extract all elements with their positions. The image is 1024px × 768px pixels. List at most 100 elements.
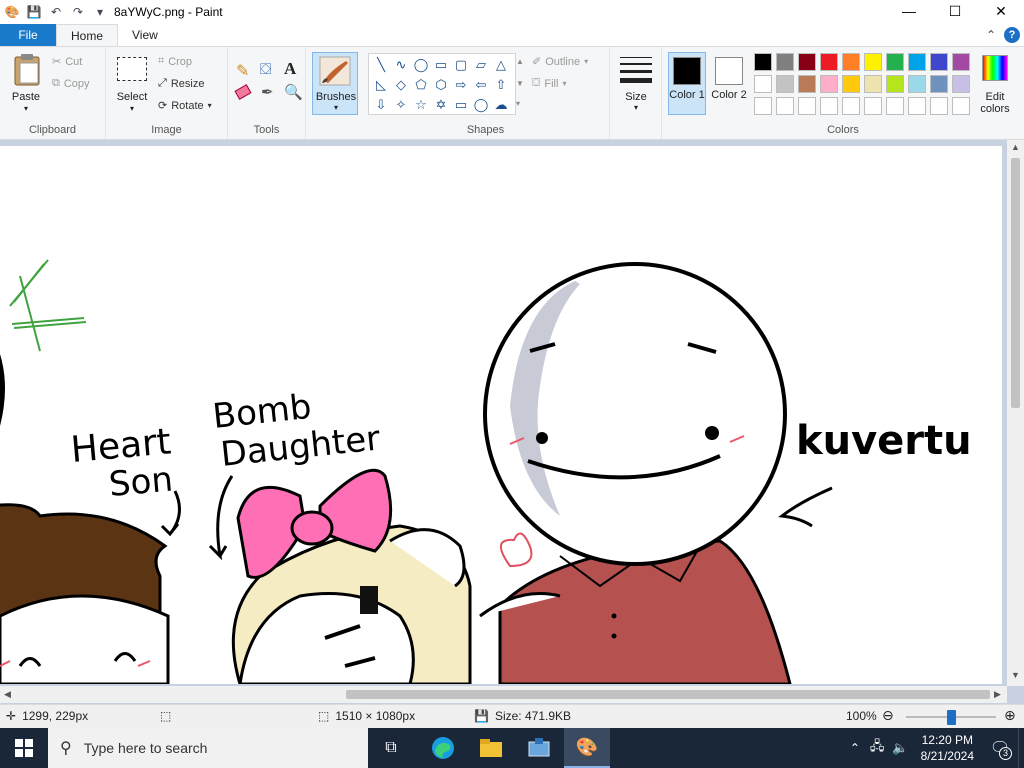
notifications-button[interactable]: 🗨 3 (982, 728, 1018, 768)
scroll-right-icon[interactable]: ▶ (994, 689, 1001, 700)
color-swatch[interactable] (776, 53, 794, 71)
color-swatch[interactable] (842, 53, 860, 71)
color-swatch[interactable] (798, 75, 816, 93)
zoom-out-icon[interactable]: ⊖ (882, 707, 894, 724)
resize-button[interactable]: ⤢ Resize (158, 77, 204, 90)
color-swatch[interactable] (754, 53, 772, 71)
color-swatch[interactable] (776, 75, 794, 93)
volume-icon[interactable]: 🔈 (892, 740, 908, 756)
tab-view[interactable]: View (118, 24, 172, 46)
shape-six-point-star-icon[interactable]: ✡ (431, 95, 451, 115)
eraser-icon[interactable] (234, 84, 252, 100)
custom-color-slot[interactable] (930, 97, 948, 115)
scroll-up-icon[interactable]: ▲ (1011, 142, 1020, 152)
cut-button[interactable]: ✂ Cut (52, 55, 82, 69)
horizontal-scroll-thumb[interactable] (346, 690, 990, 699)
show-hidden-icons-icon[interactable]: ⌃ (850, 741, 860, 755)
customize-toolbar-icon[interactable]: ▾ (92, 4, 108, 20)
vertical-scrollbar[interactable]: ▲ ▼ (1007, 140, 1024, 686)
select-dropdown-icon[interactable]: ▾ (112, 104, 152, 113)
paint-app[interactable]: 🎨 (564, 728, 610, 768)
shape-four-point-star-icon[interactable]: ✧ (391, 95, 411, 115)
tab-home[interactable]: Home (56, 24, 119, 46)
shapes-scroll-up-icon[interactable]: ▲ (516, 57, 524, 66)
custom-color-slot[interactable] (864, 97, 882, 115)
color-swatch[interactable] (952, 53, 970, 71)
shapes-more-icon[interactable]: ▾ (516, 99, 520, 108)
size-group[interactable]: Size ▾ (610, 47, 662, 139)
rotate-button[interactable]: ⟳ Rotate ▾ (158, 99, 212, 113)
taskbar-search[interactable]: ⚲ Type here to search (48, 728, 368, 768)
copy-button[interactable]: ⧉ Copy (52, 77, 90, 90)
vertical-scroll-thumb[interactable] (1011, 158, 1020, 408)
show-desktop-button[interactable] (1018, 728, 1024, 768)
color-swatch[interactable] (864, 53, 882, 71)
shape-line-icon[interactable]: ╲ (371, 55, 391, 75)
color-swatch[interactable] (908, 53, 926, 71)
network-icon[interactable]: 🖧 (870, 737, 885, 759)
shape-left-arrow-icon[interactable]: ⇦ (471, 75, 491, 95)
shape-pentagon-icon[interactable]: ⬠ (411, 75, 431, 95)
shape-right-arrow-icon[interactable]: ⇨ (451, 75, 471, 95)
save-icon[interactable]: 💾 (26, 4, 42, 20)
zoom-slider-thumb[interactable] (946, 710, 956, 725)
text-tool-icon[interactable]: A (284, 59, 296, 79)
custom-color-slot[interactable] (776, 97, 794, 115)
shape-callout-cloud-icon[interactable]: ☁ (491, 95, 511, 115)
color2-button[interactable]: Color 2 (710, 52, 748, 115)
start-button[interactable] (0, 728, 48, 768)
shape-curve-icon[interactable]: ∿ (391, 55, 411, 75)
color-picker-icon[interactable]: ✒ (261, 83, 274, 101)
edge-app[interactable] (420, 728, 466, 768)
custom-color-slot[interactable] (754, 97, 772, 115)
color1-button[interactable]: Color 1 (668, 52, 706, 115)
custom-color-slot[interactable] (842, 97, 860, 115)
shapes-scroll-down-icon[interactable]: ▼ (516, 79, 524, 88)
shape-rounded-rectangle-icon[interactable]: ▢ (451, 55, 471, 75)
custom-color-slot[interactable] (908, 97, 926, 115)
shape-down-arrow-icon[interactable]: ⇩ (371, 95, 391, 115)
help-icon[interactable]: ? (1004, 27, 1020, 43)
file-explorer-app[interactable] (468, 728, 514, 768)
minimize-button[interactable]: — (886, 0, 932, 24)
redo-icon[interactable]: ↷ (70, 4, 86, 20)
close-button[interactable]: ✕ (978, 0, 1024, 24)
brushes-button[interactable]: Brushes ▾ (312, 52, 358, 115)
color-swatch[interactable] (930, 75, 948, 93)
shape-polygon-icon[interactable]: ▱ (471, 55, 491, 75)
ribbon-collapse-icon[interactable]: ⌃ (986, 28, 996, 42)
undo-icon[interactable]: ↶ (48, 4, 64, 20)
remote-desktop-app[interactable] (516, 728, 562, 768)
color-swatch[interactable] (820, 75, 838, 93)
shape-diamond-icon[interactable]: ◇ (391, 75, 411, 95)
shape-callout-rect-icon[interactable]: ▭ (451, 95, 471, 115)
shape-oval-icon[interactable]: ◯ (411, 55, 431, 75)
color-swatch[interactable] (930, 53, 948, 71)
custom-color-slot[interactable] (798, 97, 816, 115)
horizontal-scrollbar[interactable]: ◀ ▶ (0, 686, 1007, 703)
color-swatch[interactable] (798, 53, 816, 71)
color-swatch[interactable] (754, 75, 772, 93)
color-swatch[interactable] (842, 75, 860, 93)
scroll-down-icon[interactable]: ▼ (1011, 670, 1020, 680)
paste-button[interactable]: Paste ▾ (6, 51, 46, 115)
shape-hexagon-icon[interactable]: ⬡ (431, 75, 451, 95)
shape-triangle-icon[interactable]: △ (491, 55, 511, 75)
color-swatch[interactable] (864, 75, 882, 93)
color-swatch[interactable] (952, 75, 970, 93)
custom-color-slot[interactable] (952, 97, 970, 115)
maximize-button[interactable]: ☐ (932, 0, 978, 24)
color-swatch[interactable] (886, 75, 904, 93)
drawing-canvas[interactable]: Heart Son Bomb Daughter kuvertu (0, 146, 1002, 684)
outline-button[interactable]: ✐ Outline ▾ (532, 55, 588, 69)
custom-color-slot[interactable] (886, 97, 904, 115)
clock[interactable]: 12:20 PM 8/21/2024 (921, 732, 974, 764)
tab-file[interactable]: File (0, 24, 56, 46)
shape-up-arrow-icon[interactable]: ⇧ (491, 75, 511, 95)
select-button[interactable]: Select ▾ (112, 53, 152, 115)
edit-colors-button[interactable]: Edit colors (974, 53, 1016, 115)
zoom-in-icon[interactable]: ⊕ (1004, 707, 1016, 724)
color-swatch[interactable] (908, 75, 926, 93)
fill-button[interactable]: ⛋ Fill ▾ (532, 77, 566, 90)
fill-bucket-icon[interactable]: ⛋ (260, 61, 271, 78)
